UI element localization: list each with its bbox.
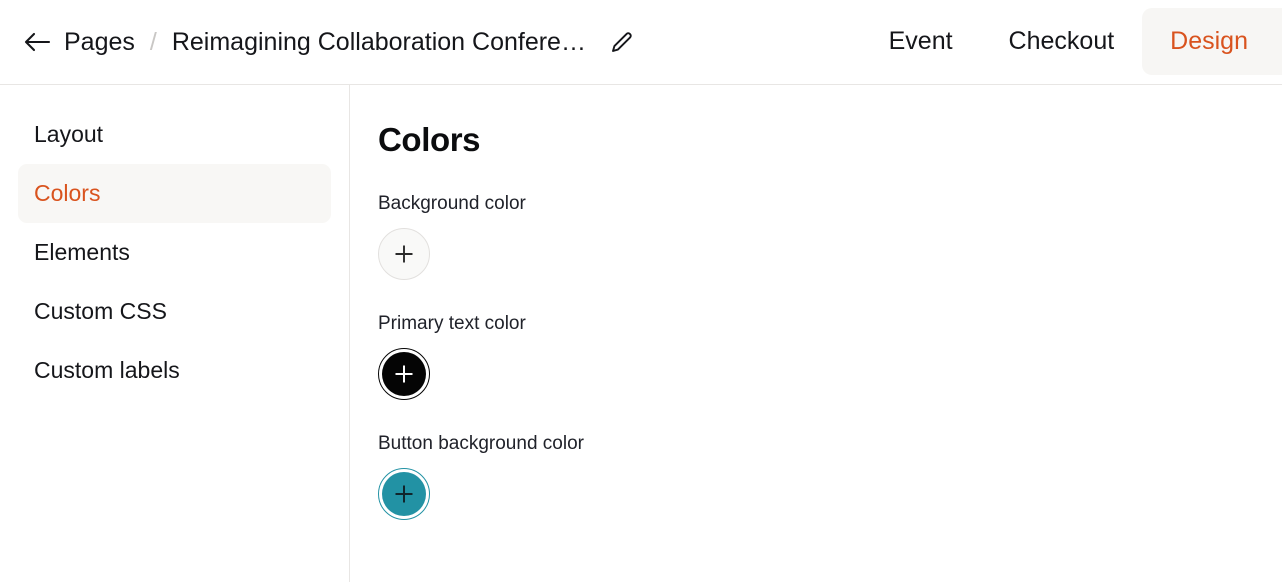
plus-icon [395, 365, 413, 383]
plus-icon [395, 485, 413, 503]
field-background-color: Background color [378, 193, 1282, 280]
sidebar-item-layout[interactable]: Layout [18, 105, 331, 164]
tab-event[interactable]: Event [861, 8, 981, 75]
page-title: Colors [378, 121, 481, 158]
breadcrumb-pages-link[interactable]: Pages [64, 28, 135, 57]
sidebar-item-colors[interactable]: Colors [18, 164, 331, 223]
button-background-color-swatch[interactable] [378, 468, 430, 520]
field-primary-text-color: Primary text color [378, 313, 1282, 400]
field-label: Button background color [378, 433, 584, 454]
breadcrumb-separator: / [149, 27, 157, 56]
sidebar-item-elements[interactable]: Elements [18, 223, 331, 282]
field-label: Primary text color [378, 313, 526, 334]
design-sidebar: Layout Colors Elements Custom CSS Custom… [0, 85, 350, 582]
background-color-swatch[interactable] [378, 228, 430, 280]
swatch-fill [382, 352, 426, 396]
app-header: Pages / Reimagining Collaboration Confer… [0, 0, 1282, 85]
tab-design[interactable]: Design [1142, 8, 1282, 75]
header-tabs: Event Checkout Design [861, 0, 1282, 84]
header-breadcrumb-area: Pages / Reimagining Collaboration Confer… [0, 0, 642, 84]
swatch-fill [382, 472, 426, 516]
app-body: Layout Colors Elements Custom CSS Custom… [0, 85, 1282, 582]
page-title-breadcrumb: Reimagining Collaboration Confere… [171, 27, 586, 56]
sidebar-item-custom-css[interactable]: Custom CSS [18, 282, 331, 341]
tab-checkout[interactable]: Checkout [981, 8, 1143, 75]
field-button-background-color: Button background color [378, 433, 1282, 520]
field-label: Background color [378, 193, 526, 214]
sidebar-item-custom-labels[interactable]: Custom labels [18, 341, 331, 400]
primary-text-color-swatch[interactable] [378, 348, 430, 400]
plus-icon [395, 245, 413, 263]
pencil-icon[interactable] [602, 22, 642, 62]
colors-panel: Colors Background color Primary text col… [350, 85, 1282, 582]
arrow-left-icon[interactable] [20, 25, 54, 59]
design-editor-app: Pages / Reimagining Collaboration Confer… [0, 0, 1282, 582]
